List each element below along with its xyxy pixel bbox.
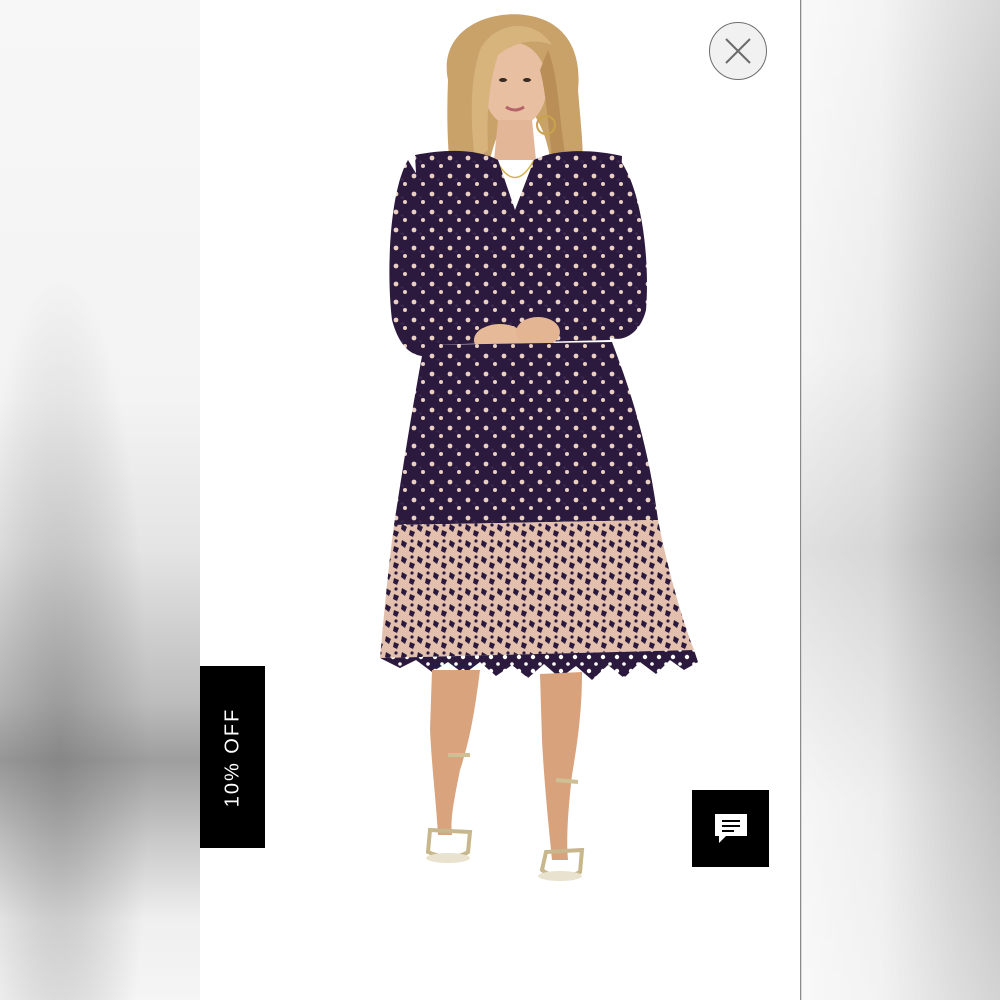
screen: 10% OFF [0, 0, 1000, 1000]
chat-button[interactable] [692, 790, 769, 867]
discount-label: 10% OFF [221, 707, 244, 807]
blurred-background-right [802, 0, 1000, 1000]
product-image [380, 14, 698, 881]
discount-tab[interactable]: 10% OFF [200, 666, 265, 848]
product-panel: 10% OFF [200, 0, 801, 1000]
close-icon [725, 38, 751, 64]
blurred-background-left [0, 0, 200, 1000]
chat-bubble-icon [714, 813, 747, 843]
close-button[interactable] [709, 22, 767, 80]
